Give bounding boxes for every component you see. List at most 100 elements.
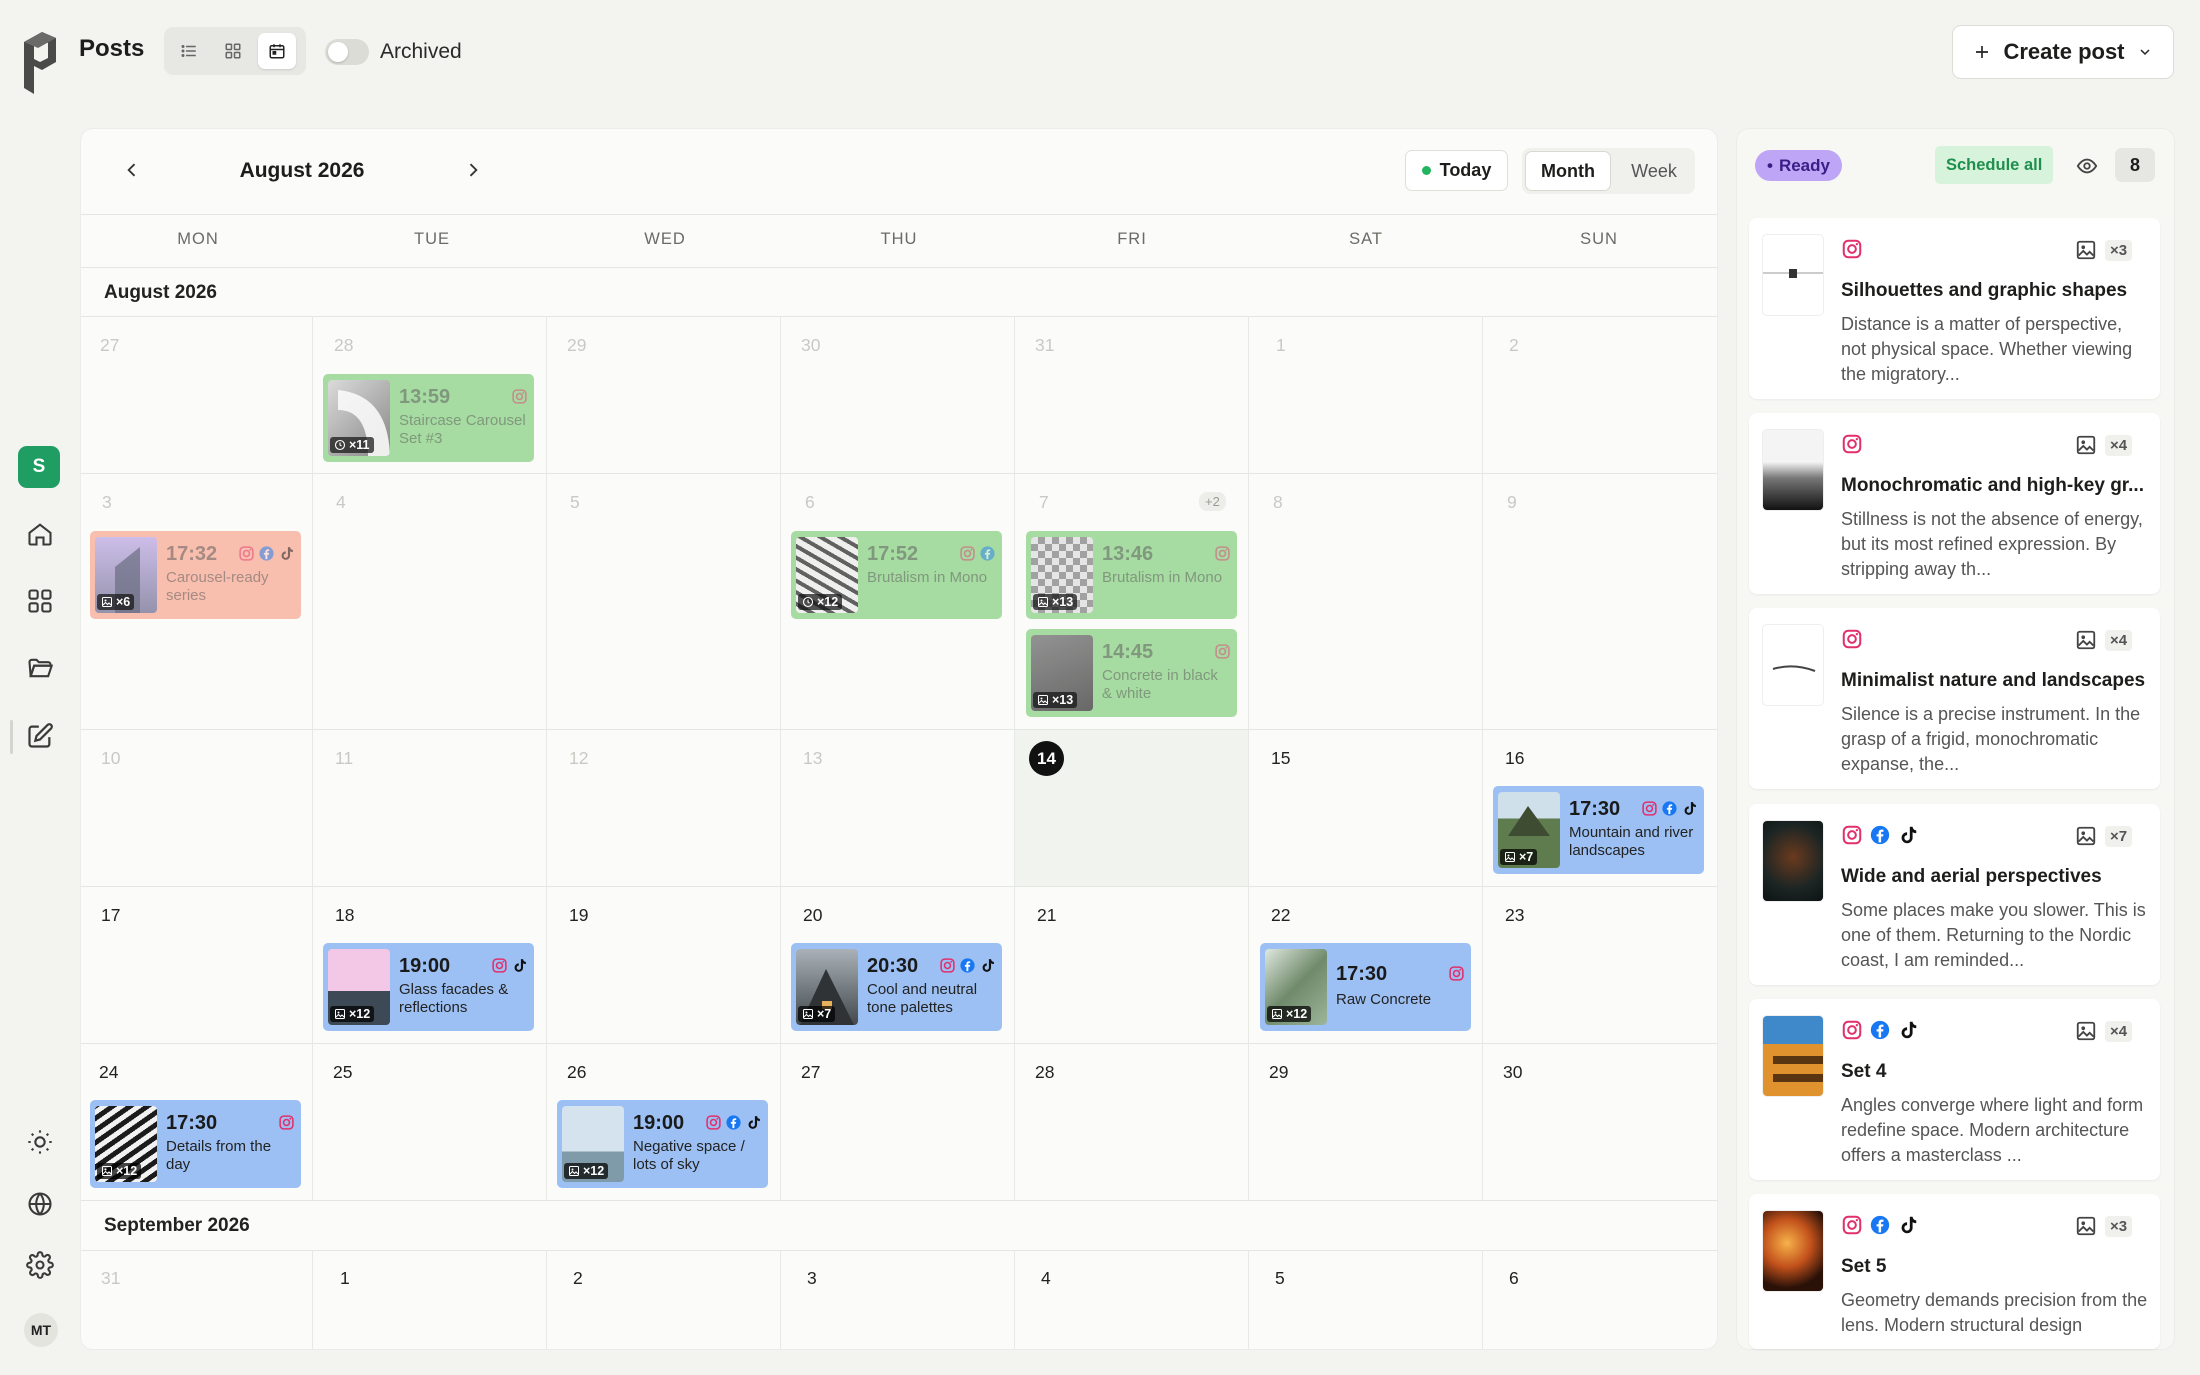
sun-icon[interactable] <box>20 1122 60 1162</box>
event-card[interactable]: ×12 19:00 Negative space / lots of sky <box>557 1100 768 1188</box>
image-icon <box>2075 1020 2097 1042</box>
day-number[interactable]: 7 <box>1039 492 1049 513</box>
globe-icon[interactable] <box>20 1184 60 1224</box>
queue-card[interactable]: ×4 Monochromatic and high-key gr... Stil… <box>1749 413 2160 594</box>
event-card[interactable]: ×11 13:59 Staircase Carousel Set #3 <box>323 374 534 462</box>
day-number[interactable]: 4 <box>336 492 346 513</box>
event-title: Glass facades & reflections <box>399 981 509 1016</box>
day-number[interactable]: 2 <box>573 1268 583 1289</box>
edit-posts-icon[interactable] <box>20 716 60 756</box>
queue-card[interactable]: ×7 Wide and aerial perspectives Some pla… <box>1749 804 2160 985</box>
event-card[interactable]: ×12 17:30 Raw Concrete <box>1260 943 1471 1031</box>
list-view-icon[interactable] <box>170 33 208 69</box>
day-number[interactable]: 13 <box>803 748 822 769</box>
day-number[interactable]: 18 <box>335 905 354 926</box>
day-number[interactable]: 23 <box>1505 905 1524 926</box>
day-number[interactable]: 28 <box>1035 1062 1054 1083</box>
day-number[interactable]: 29 <box>567 335 586 356</box>
event-card[interactable]: ×12 17:30 Details from the day <box>90 1100 301 1188</box>
event-card[interactable]: ×6 17:32 Carousel-ready series <box>90 531 301 619</box>
user-avatar[interactable]: MT <box>24 1313 58 1347</box>
day-number[interactable]: 19 <box>569 905 588 926</box>
day-number[interactable]: 16 <box>1505 748 1524 769</box>
post-thumbnail <box>1763 1211 1823 1291</box>
day-number[interactable]: 2 <box>1509 335 1519 356</box>
tiktok-icon <box>979 957 996 974</box>
day-number[interactable]: 8 <box>1273 492 1283 513</box>
calendar-view-icon[interactable] <box>258 33 296 69</box>
next-month-icon[interactable] <box>458 155 488 185</box>
day-number[interactable]: 31 <box>1035 335 1054 356</box>
event-card[interactable]: ×12 17:52 Brutalism in Mono <box>791 531 1002 619</box>
queue-card[interactable]: ×3 Silhouettes and graphic shapes Distan… <box>1749 218 2160 399</box>
day-number[interactable]: 4 <box>1041 1268 1051 1289</box>
today-button[interactable]: Today <box>1405 150 1508 191</box>
facebook-icon <box>725 1114 742 1131</box>
day-number[interactable]: 29 <box>1269 1062 1288 1083</box>
day-number[interactable]: 5 <box>1275 1268 1285 1289</box>
grid-view-icon[interactable] <box>214 33 252 69</box>
day-number[interactable]: 26 <box>567 1062 586 1083</box>
event-card[interactable]: ×7 17:30 Mountain and river landscapes <box>1493 786 1704 874</box>
event-thumbnail: ×7 <box>1498 792 1560 868</box>
more-events-badge[interactable]: +2 <box>1199 492 1226 511</box>
month-button[interactable]: Month <box>1525 151 1611 191</box>
app-logo-icon[interactable] <box>20 28 60 98</box>
event-card[interactable]: ×13 13:46 Brutalism in Mono <box>1026 531 1237 619</box>
post-title: Monochromatic and high-key gr... <box>1841 475 2144 496</box>
day-number[interactable]: 20 <box>803 905 822 926</box>
day-number[interactable]: 15 <box>1271 748 1290 769</box>
day-number[interactable]: 25 <box>333 1062 352 1083</box>
status-badge[interactable]: • Ready <box>1755 150 1842 181</box>
queue-card[interactable]: ×3 Set 5 Geometry demands precision from… <box>1749 1194 2160 1349</box>
day-number[interactable]: 30 <box>1503 1062 1522 1083</box>
day-number[interactable]: 11 <box>335 748 353 769</box>
day-number[interactable]: 6 <box>805 492 815 513</box>
section-september: September 2026 <box>104 1215 250 1236</box>
day-number[interactable]: 10 <box>101 748 120 769</box>
day-number[interactable]: 27 <box>100 335 119 356</box>
day-number[interactable]: 3 <box>102 492 112 513</box>
week-button[interactable]: Week <box>1622 151 1686 191</box>
queue-card[interactable]: ×4 Set 4 Angles converge where light and… <box>1749 999 2160 1180</box>
day-number[interactable]: 24 <box>99 1062 118 1083</box>
today-dot <box>1421 166 1431 175</box>
queue-card[interactable]: ×4 Minimalist nature and landscapes Sile… <box>1749 608 2160 789</box>
grid-icon[interactable] <box>20 581 60 621</box>
workspace-badge[interactable]: S <box>18 446 60 488</box>
archived-toggle[interactable] <box>325 39 369 65</box>
event-card[interactable]: ×13 14:45 Concrete in black & white <box>1026 629 1237 717</box>
image-icon <box>2075 1215 2097 1237</box>
day-number[interactable]: 5 <box>570 492 580 513</box>
event-card[interactable]: ×7 20:30 Cool and neutral tone palettes <box>791 943 1002 1031</box>
day-number[interactable]: 28 <box>334 335 353 356</box>
day-number[interactable]: 22 <box>1271 905 1290 926</box>
image-icon <box>101 596 113 608</box>
day-number[interactable]: 3 <box>807 1268 817 1289</box>
day-number[interactable]: 30 <box>801 335 820 356</box>
folder-icon[interactable] <box>20 648 60 688</box>
schedule-all-button[interactable]: Schedule all <box>1935 146 2054 184</box>
home-icon[interactable] <box>20 514 60 554</box>
chevron-down-icon <box>2139 49 2150 56</box>
eye-icon[interactable] <box>2072 152 2102 180</box>
day-number[interactable]: 12 <box>569 748 588 769</box>
day-number[interactable]: 1 <box>1276 335 1286 356</box>
settings-gear-icon[interactable] <box>20 1245 60 1285</box>
prev-month-icon[interactable] <box>117 155 147 185</box>
event-card[interactable]: ×12 19:00 Glass facades & reflections <box>323 943 534 1031</box>
day-number[interactable]: 21 <box>1037 905 1056 926</box>
day-number[interactable]: 1 <box>340 1268 350 1289</box>
facebook-icon <box>1869 1019 1891 1041</box>
weekday-mon: MON <box>177 230 219 248</box>
tiktok-icon <box>745 1114 762 1131</box>
today-day-number[interactable]: 14 <box>1029 741 1064 776</box>
day-number[interactable]: 17 <box>101 905 120 926</box>
post-title: Wide and aerial perspectives <box>1841 866 2102 887</box>
day-number[interactable]: 27 <box>801 1062 820 1083</box>
create-post-button[interactable]: Create post <box>1952 25 2174 79</box>
day-number[interactable]: 6 <box>1509 1268 1519 1289</box>
post-thumbnail <box>1763 625 1823 705</box>
day-number[interactable]: 9 <box>1507 492 1517 513</box>
day-number[interactable]: 31 <box>101 1268 120 1289</box>
